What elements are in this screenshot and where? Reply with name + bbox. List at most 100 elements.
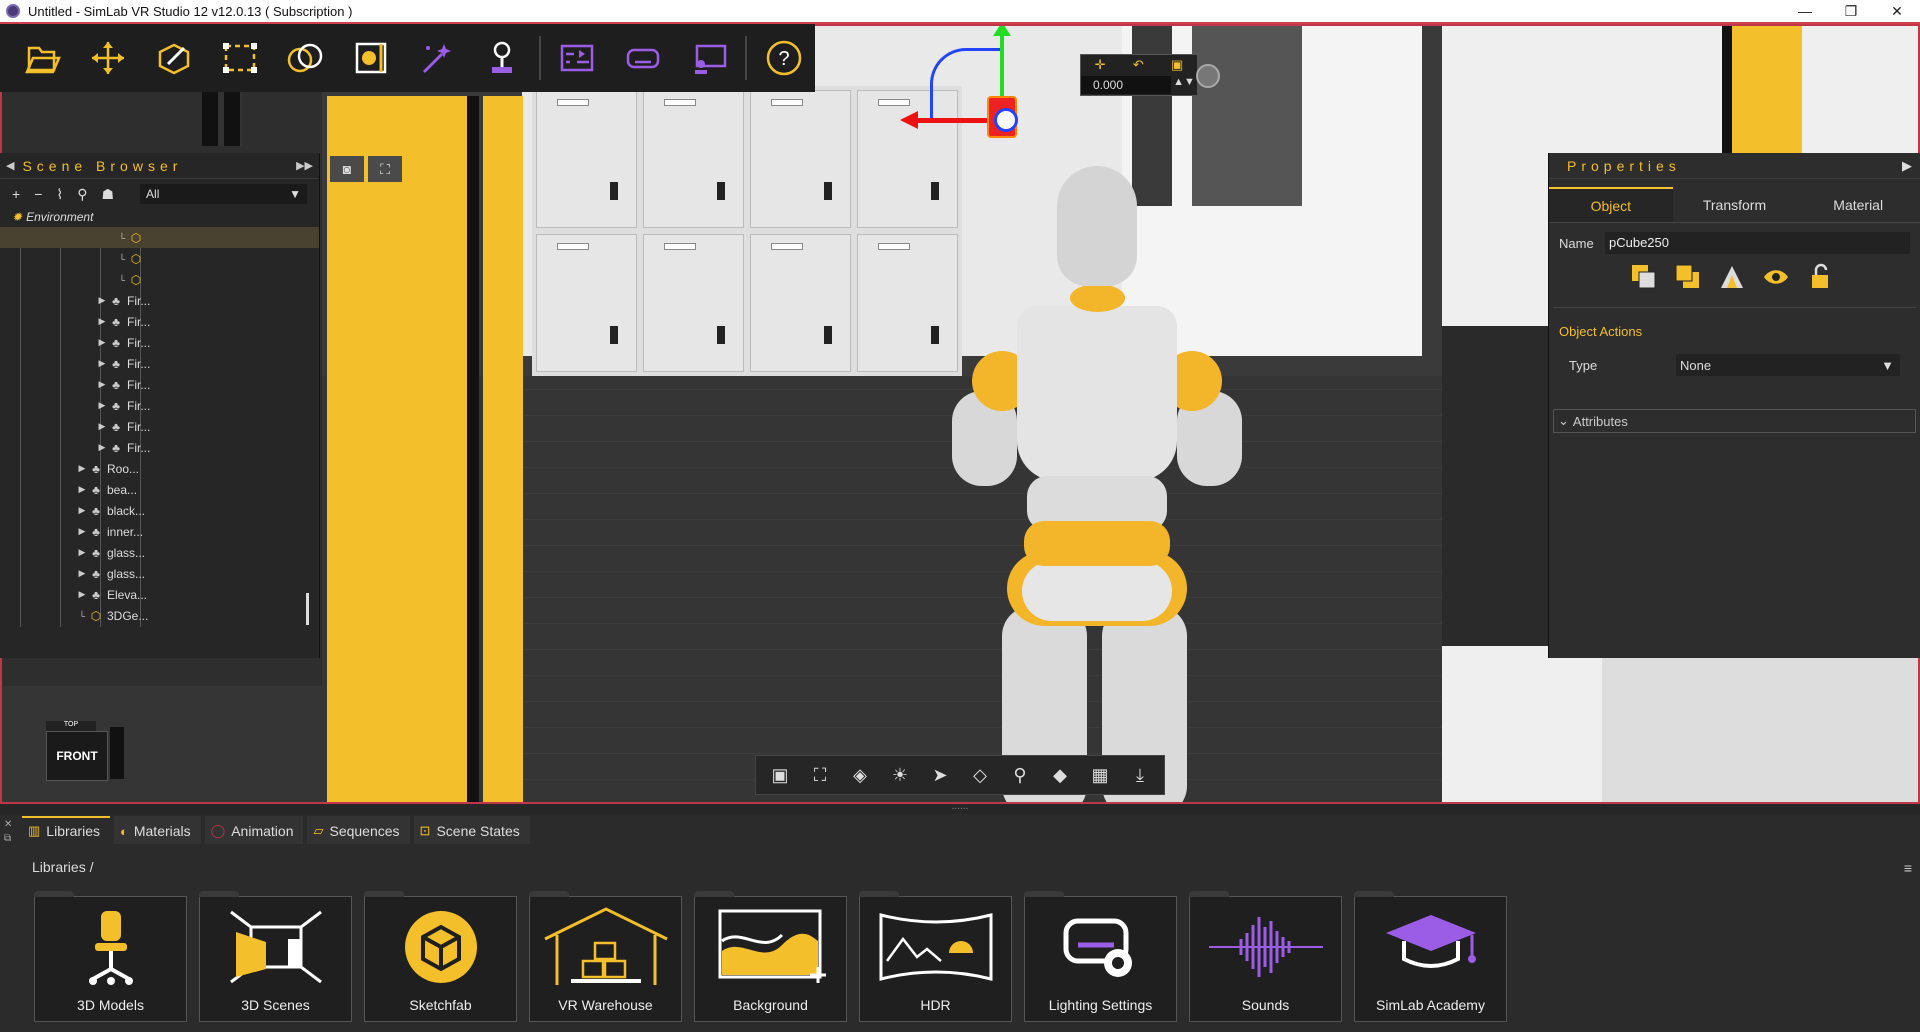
- library-vr-warehouse[interactable]: VR Warehouse: [529, 891, 682, 1022]
- library-simlab-academy[interactable]: SimLab Academy: [1354, 891, 1507, 1022]
- expand-right-icon[interactable]: ▶: [1902, 158, 1912, 174]
- sequence-icon[interactable]: [547, 30, 609, 86]
- view-cube-front[interactable]: FRONT: [46, 731, 108, 781]
- minimize-button[interactable]: —: [1782, 0, 1828, 23]
- library-sketchfab[interactable]: Sketchfab: [364, 891, 517, 1022]
- tree-node[interactable]: ▶ ♣ black...: [0, 500, 319, 521]
- tree-node[interactable]: ▶ ♣ Fir...: [0, 395, 319, 416]
- environment-node[interactable]: ✹ Environment: [0, 207, 319, 227]
- clipping-icon[interactable]: ◇: [962, 759, 998, 791]
- expand-arrow-icon[interactable]: ▶: [76, 547, 88, 558]
- library-hdr[interactable]: HDR: [859, 891, 1012, 1022]
- library-background[interactable]: Background: [694, 891, 847, 1022]
- library-lighting-settings[interactable]: Lighting Settings: [1024, 891, 1177, 1022]
- select-region-icon[interactable]: [209, 30, 271, 86]
- expand-arrow-icon[interactable]: ▶: [76, 589, 88, 600]
- tree-node[interactable]: ▶ ♣ Fir...: [0, 332, 319, 353]
- zoom-icon[interactable]: ⚲: [1002, 759, 1038, 791]
- camera-icon[interactable]: ◙: [330, 156, 364, 182]
- help-icon[interactable]: ?: [753, 30, 815, 86]
- tree-node[interactable]: └ ⬡: [0, 227, 319, 248]
- stack-icon[interactable]: ▣: [1171, 57, 1183, 73]
- select-pointer-icon[interactable]: ➤: [922, 759, 958, 791]
- library-3d-models[interactable]: 3D Models: [34, 891, 187, 1022]
- expand-arrow-icon[interactable]: ▶: [96, 295, 108, 306]
- tree-node[interactable]: ▶ ♣ Fir...: [0, 311, 319, 332]
- expand-arrow-icon[interactable]: ▶: [76, 505, 88, 516]
- gizmo-x-arrow-icon[interactable]: [900, 111, 918, 129]
- pivot-sphere-icon[interactable]: [1196, 64, 1220, 88]
- shape-icon[interactable]: [1717, 262, 1747, 292]
- expand-arrow-icon[interactable]: ▶: [76, 568, 88, 579]
- view-cube[interactable]: TOP FRONT: [42, 721, 124, 791]
- transform-value-field[interactable]: 0.000: [1081, 76, 1171, 94]
- tab-material[interactable]: Material: [1796, 187, 1920, 222]
- frame-selection-icon[interactable]: ⛶: [802, 759, 838, 791]
- close-button[interactable]: ✕: [1874, 0, 1920, 23]
- joystick-icon[interactable]: [471, 30, 533, 86]
- add-node-icon[interactable]: +: [12, 186, 20, 202]
- expand-arrow-icon[interactable]: ▶: [96, 421, 108, 432]
- search-icon[interactable]: ⚲: [77, 186, 87, 203]
- tab-sequences[interactable]: ▱ Sequences: [307, 816, 410, 844]
- edit-box-icon[interactable]: [143, 30, 205, 86]
- library-3d-scenes[interactable]: 3D Scenes: [199, 891, 352, 1022]
- view-cube-top[interactable]: TOP: [46, 721, 96, 731]
- tag-icon[interactable]: ⌇: [56, 186, 63, 203]
- step-up-icon[interactable]: ▲: [1173, 76, 1184, 88]
- expand-arrow-icon[interactable]: ▶: [96, 337, 108, 348]
- expand-arrow-icon[interactable]: ▶: [96, 316, 108, 327]
- transform-stepper[interactable]: ▲▼: [1171, 76, 1197, 94]
- tree-node[interactable]: ▶ ♣ Fir...: [0, 437, 319, 458]
- tree-node[interactable]: ▶ ♣ Fir...: [0, 290, 319, 311]
- tree-node[interactable]: ▶ ♣ Eleva...: [0, 584, 319, 605]
- snap-move-icon[interactable]: ✛: [1095, 57, 1106, 73]
- download-icon[interactable]: ⤓: [1122, 759, 1158, 791]
- expand-arrow-icon[interactable]: ▶: [96, 358, 108, 369]
- maximize-button[interactable]: ❐: [1828, 0, 1874, 23]
- undo-transform-icon[interactable]: ↶: [1133, 57, 1144, 73]
- tree-node[interactable]: └ ⬡ 3DGe...: [0, 605, 319, 626]
- tree-node[interactable]: ▶ ♣ glass...: [0, 563, 319, 584]
- step-down-icon[interactable]: ▼: [1184, 76, 1195, 88]
- name-field[interactable]: pCube250: [1605, 232, 1910, 254]
- attributes-section[interactable]: ⌄ Attributes: [1553, 409, 1916, 433]
- tree-node[interactable]: ▶ ♣ bea...: [0, 479, 319, 500]
- layers-icon[interactable]: ◆: [1042, 759, 1078, 791]
- expand-arrow-icon[interactable]: ▶: [76, 526, 88, 537]
- transform-widget[interactable]: ✛ ↶ ▣ 0.000 ▲▼: [1080, 54, 1198, 96]
- expand-arrow-icon[interactable]: ▶: [76, 484, 88, 495]
- expand-arrow-icon[interactable]: ▶: [96, 442, 108, 453]
- robot-model[interactable]: [952, 166, 1242, 802]
- tree-node[interactable]: ▶ ♣ Fir...: [0, 416, 319, 437]
- move-gizmo-icon[interactable]: [78, 30, 140, 86]
- tab-materials[interactable]: ◐ Materials: [114, 816, 201, 844]
- tree-node[interactable]: └ ⬡: [0, 269, 319, 290]
- open-file-icon[interactable]: [12, 30, 74, 86]
- tab-libraries[interactable]: ▥ Libraries: [22, 816, 110, 844]
- menu-icon[interactable]: ≡: [1904, 860, 1912, 876]
- expand-arrow-icon[interactable]: ▶: [76, 463, 88, 474]
- materials-icon[interactable]: [274, 30, 336, 86]
- visibility-eye-icon[interactable]: [1761, 262, 1791, 292]
- tab-animation[interactable]: ◯ Animation: [204, 816, 304, 844]
- expand-right-icon[interactable]: ▶▶: [296, 159, 313, 172]
- tree-node[interactable]: ▶ ♣ glass...: [0, 542, 319, 563]
- tree-node[interactable]: ▶ ♣ inner...: [0, 521, 319, 542]
- magic-wand-icon[interactable]: [406, 30, 468, 86]
- collapse-left-icon[interactable]: ◀: [6, 159, 14, 172]
- render-icon[interactable]: [340, 30, 402, 86]
- people-icon[interactable]: ☗: [101, 186, 114, 203]
- shading-cube-icon[interactable]: ▣: [762, 759, 798, 791]
- remove-node-icon[interactable]: −: [34, 186, 42, 202]
- pin-panel-icon[interactable]: ⧉: [4, 832, 18, 846]
- unlock-icon[interactable]: [1805, 262, 1835, 292]
- close-panel-icon[interactable]: ✕: [4, 818, 18, 832]
- expand-arrow-icon[interactable]: ▶: [96, 379, 108, 390]
- tab-object[interactable]: Object: [1549, 187, 1673, 222]
- tab-transform[interactable]: Transform: [1672, 187, 1797, 222]
- tree-node[interactable]: ▶ ♣ Fir...: [0, 353, 319, 374]
- gizmo-y-arrow-icon[interactable]: [993, 26, 1011, 36]
- gizmo-center-handle[interactable]: [987, 96, 1018, 138]
- tab-scene-states[interactable]: ⊡ Scene States: [413, 816, 530, 844]
